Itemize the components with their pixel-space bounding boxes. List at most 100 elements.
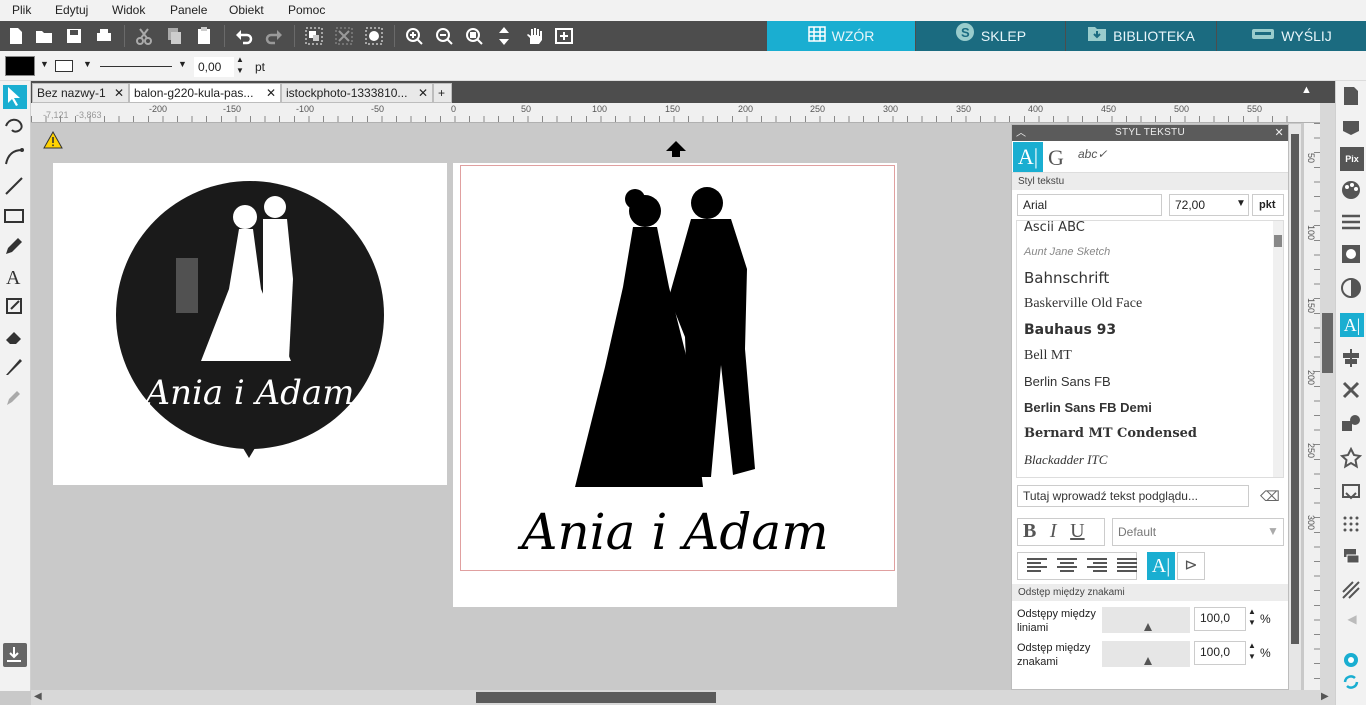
scrollbar-thumb[interactable] xyxy=(1291,134,1299,644)
pencil-icon[interactable] xyxy=(3,235,27,259)
eraser-icon[interactable] xyxy=(3,325,27,349)
offset-icon[interactable] xyxy=(1340,481,1364,505)
menu-edytuj[interactable]: Edytuj xyxy=(55,3,88,17)
align-panel-icon[interactable] xyxy=(1340,347,1364,371)
settings-gear-icon[interactable] xyxy=(1340,649,1364,673)
select-arrow-icon[interactable] xyxy=(3,85,27,109)
menu-widok[interactable]: Widok xyxy=(112,3,145,17)
download-panel-icon[interactable] xyxy=(3,643,27,667)
rectangle-tool-icon[interactable] xyxy=(3,205,27,229)
page-setup-icon[interactable] xyxy=(1340,85,1364,109)
close-icon[interactable]: ✕ xyxy=(114,84,124,102)
trace-panel-icon[interactable] xyxy=(1340,513,1364,537)
text-tool-icon[interactable]: A xyxy=(3,265,27,289)
design-page[interactable]: Ania i Adam xyxy=(453,163,897,607)
font-item[interactable]: Blackadder ITC xyxy=(1017,447,1283,473)
hand-pan-icon[interactable] xyxy=(522,24,546,48)
bold-button[interactable]: B xyxy=(1023,520,1036,542)
fit-page-icon[interactable] xyxy=(552,24,576,48)
save-icon[interactable] xyxy=(62,24,86,48)
font-item[interactable]: Bernard MT Condensed xyxy=(1017,421,1283,447)
panel-scrollbar[interactable] xyxy=(1289,124,1301,690)
char-spacing-stepper[interactable]: ▲ ▼ xyxy=(1248,640,1256,662)
close-icon[interactable]: ✕ xyxy=(1274,125,1284,141)
preview-text-input[interactable]: Tutaj wprowadź tekst podglądu... xyxy=(1017,485,1249,507)
line-color-swatch[interactable] xyxy=(55,60,73,72)
edit-points-icon[interactable] xyxy=(3,115,27,139)
horizontal-scrollbar[interactable]: ◀ ▶ xyxy=(31,690,1335,705)
glyph-tab-icon[interactable]: G xyxy=(1048,145,1064,171)
line-spacing-input[interactable]: 100,0 xyxy=(1194,607,1246,631)
couple-silhouette[interactable] xyxy=(573,173,783,493)
font-item[interactable]: Aunt Jane Sketch xyxy=(1017,239,1283,265)
chevron-down-icon[interactable]: ▼ xyxy=(83,59,92,69)
modify-icon[interactable] xyxy=(1340,413,1364,437)
open-folder-icon[interactable] xyxy=(32,24,56,48)
doc-tab[interactable]: Bez nazwy-1 ✕ xyxy=(32,83,129,103)
text-on-path-icon[interactable]: ⊳ xyxy=(1177,552,1205,580)
print-icon[interactable] xyxy=(92,24,116,48)
close-icon[interactable]: ✕ xyxy=(418,84,428,102)
menu-pomoc[interactable]: Pomoc xyxy=(288,3,325,17)
tab-sklep[interactable]: S SKLEP xyxy=(916,21,1065,51)
font-item[interactable]: Berlin Sans FB xyxy=(1017,369,1283,395)
scroll-right-icon[interactable]: ▶ xyxy=(1321,691,1329,702)
knife-icon[interactable] xyxy=(3,355,27,379)
undo-icon[interactable] xyxy=(232,24,256,48)
ungroup-icon[interactable] xyxy=(332,24,356,48)
fill-tool-icon[interactable] xyxy=(3,295,27,319)
new-tab-button[interactable]: + xyxy=(433,83,452,103)
font-item[interactable]: Bahnschrift xyxy=(1017,265,1283,291)
italic-button[interactable]: I xyxy=(1050,520,1057,542)
shadow-icon[interactable] xyxy=(1340,277,1364,301)
menu-obiekt[interactable]: Obiekt xyxy=(229,3,264,17)
line-width-stepper[interactable]: ▲ ▼ xyxy=(236,54,244,76)
warning-icon[interactable] xyxy=(43,130,63,152)
line-style-icon[interactable] xyxy=(1340,211,1364,235)
spellcheck-tab-icon[interactable]: abc✓ xyxy=(1078,147,1107,161)
line-style-preview[interactable] xyxy=(100,66,172,67)
cut-icon[interactable] xyxy=(132,24,156,48)
font-item[interactable]: Bell MT xyxy=(1017,343,1283,369)
paste-icon[interactable] xyxy=(192,24,216,48)
scrollbar-thumb[interactable] xyxy=(476,692,716,703)
tab-wyslij[interactable]: WYŚLIJ xyxy=(1217,21,1366,51)
zoom-fit-icon[interactable] xyxy=(462,24,486,48)
char-spacing-input[interactable]: 100,0 xyxy=(1194,641,1246,665)
menu-panele[interactable]: Panele xyxy=(170,3,207,17)
fill-color-swatch[interactable] xyxy=(5,56,35,76)
sync-icon[interactable] xyxy=(1340,671,1364,695)
redo-icon[interactable] xyxy=(262,24,286,48)
scrollbar-thumb[interactable] xyxy=(1274,235,1282,247)
scroll-left-icon[interactable]: ◀ xyxy=(34,691,42,702)
palette-icon[interactable] xyxy=(1340,179,1364,203)
chevron-down-icon[interactable]: ▼ xyxy=(1267,524,1279,538)
sketch-icon[interactable] xyxy=(1340,579,1364,603)
doc-tab-active[interactable]: balon-g220-kula-pas... ✕ xyxy=(129,83,281,103)
font-list-scrollbar[interactable] xyxy=(1273,221,1283,477)
copy-icon[interactable] xyxy=(162,24,186,48)
close-icon[interactable]: ✕ xyxy=(266,84,276,102)
main-caption[interactable]: Ania i Adam xyxy=(453,503,897,561)
style-select[interactable]: Default xyxy=(1112,518,1284,546)
pixscan-icon[interactable]: Pix xyxy=(1340,147,1364,171)
chevron-down-icon[interactable]: ▼ xyxy=(40,59,49,69)
font-item[interactable]: Ascii ABC xyxy=(1017,221,1283,239)
doc-tab[interactable]: istockphoto-1333810... ✕ xyxy=(281,83,433,103)
trace-icon[interactable] xyxy=(362,24,386,48)
line-tool-icon[interactable] xyxy=(3,175,27,199)
group-icon[interactable] xyxy=(302,24,326,48)
line-spacing-slider[interactable] xyxy=(1102,607,1190,633)
size-unit-button[interactable]: pkt xyxy=(1252,194,1284,216)
line-width-input[interactable]: 0,00 xyxy=(194,57,234,77)
tabs-collapse-icon[interactable]: ▲ xyxy=(1301,84,1312,96)
page-up-arrow-icon[interactable] xyxy=(664,139,688,162)
tab-biblioteka[interactable]: BIBLIOTEKA xyxy=(1066,21,1216,51)
star-icon[interactable] xyxy=(1339,446,1364,471)
char-spacing-slider[interactable] xyxy=(1102,641,1190,667)
menu-plik[interactable]: Plik xyxy=(12,3,31,17)
chevron-down-icon[interactable]: ▼ xyxy=(1236,198,1246,209)
send-settings-icon[interactable] xyxy=(1340,115,1364,139)
text-horizontal-icon[interactable]: A| xyxy=(1147,552,1175,580)
replicate-icon[interactable] xyxy=(1340,379,1364,403)
